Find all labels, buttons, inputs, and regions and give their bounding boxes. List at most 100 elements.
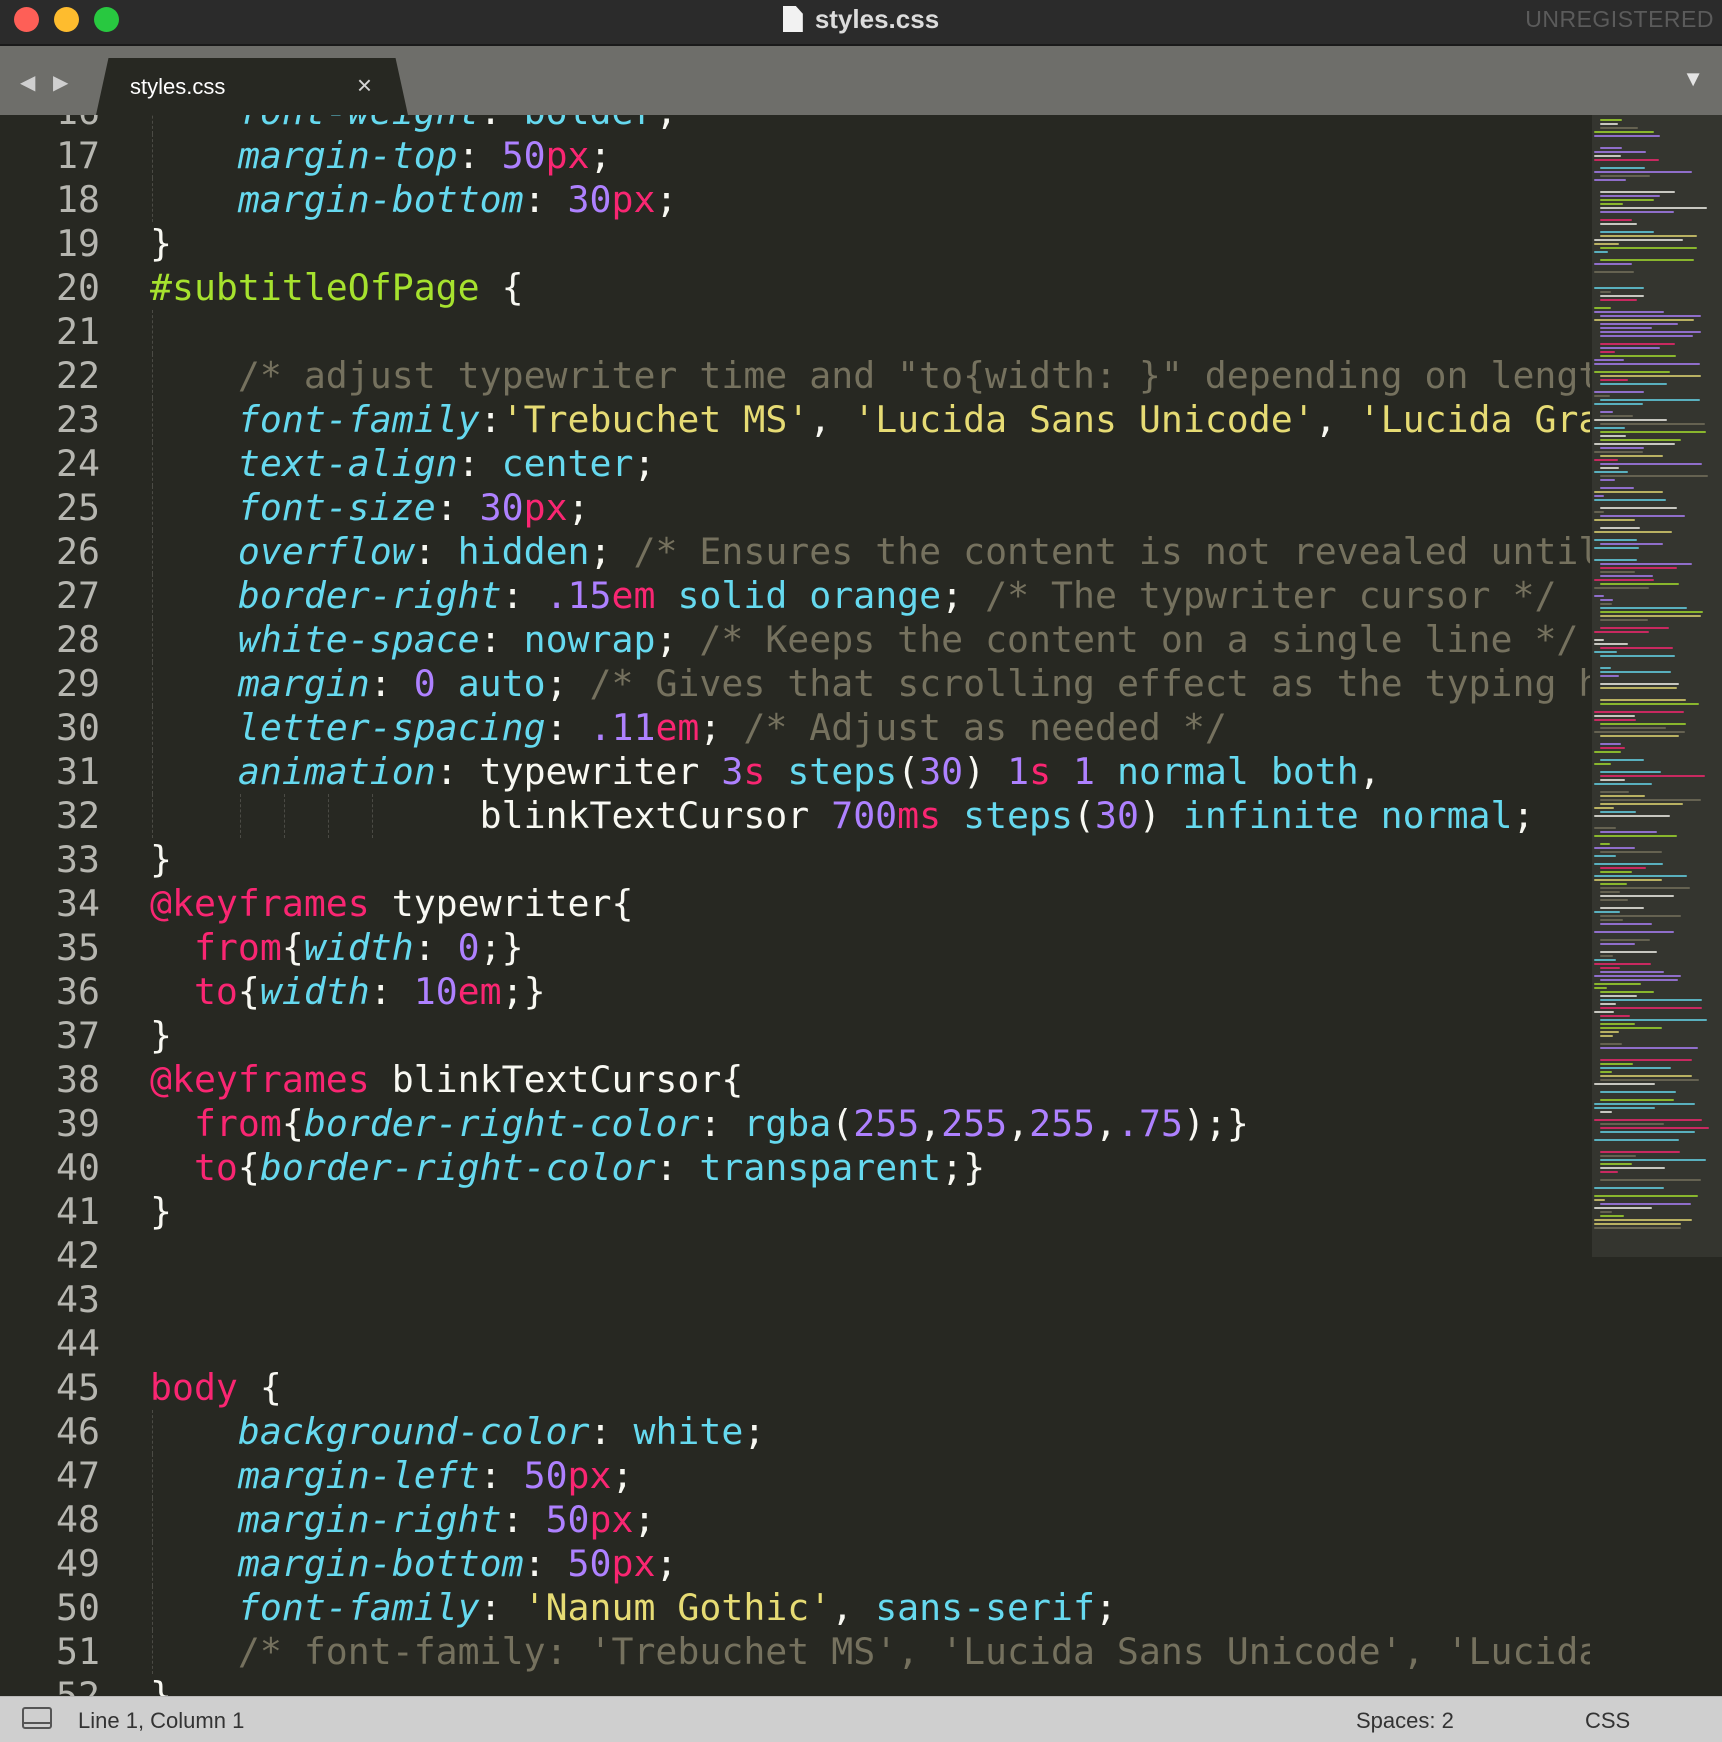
minimap-line xyxy=(1600,347,1660,349)
code-line[interactable]: 23 font-family:'Trebuchet MS', 'Lucida S… xyxy=(0,398,1590,442)
code-token: #subtitleOfPage xyxy=(150,266,480,309)
code-line[interactable]: 16 font-weight: bolder; xyxy=(0,115,1590,134)
code-line[interactable]: 42 xyxy=(0,1234,1590,1278)
syntax-selector[interactable]: CSS xyxy=(1585,1708,1630,1734)
code-token: margin-top xyxy=(237,134,458,177)
line-number: 23 xyxy=(56,398,100,441)
minimap-line xyxy=(1600,703,1699,705)
minimap-line xyxy=(1594,631,1649,633)
minimap-line xyxy=(1594,1139,1679,1141)
code-line[interactable]: 47 margin-left: 50px; xyxy=(0,1454,1590,1498)
minimap-line xyxy=(1600,899,1628,901)
code-token: 1 xyxy=(1073,750,1096,793)
code-token: rgba xyxy=(743,1102,832,1145)
code-line[interactable]: 35 from{width: 0;} xyxy=(0,926,1590,970)
code-token: 30 xyxy=(919,750,964,793)
minimap-line xyxy=(1594,983,1641,985)
code-token: , xyxy=(1095,1102,1118,1145)
code-token: } xyxy=(150,222,172,265)
cursor-position[interactable]: Line 1, Column 1 xyxy=(78,1708,244,1734)
code-token: ) xyxy=(1138,794,1183,837)
tab-navigation-arrows[interactable]: ◀ ▶ xyxy=(20,70,74,95)
minimap-line xyxy=(1600,1151,1680,1153)
minimap-line xyxy=(1600,467,1619,469)
code-line[interactable]: 27 border-right: .15em solid orange; /* … xyxy=(0,574,1590,618)
code-line[interactable]: 30 letter-spacing: .11em; /* Adjust as n… xyxy=(0,706,1590,750)
minimap-line xyxy=(1600,355,1676,357)
code-line[interactable]: 51 /* font-family: 'Trebuchet MS', 'Luci… xyxy=(0,1630,1590,1674)
minimap-line xyxy=(1594,363,1700,365)
code-token: ; xyxy=(567,486,590,529)
minimap-line xyxy=(1600,791,1629,793)
minimap-line xyxy=(1600,435,1626,437)
minimap-line xyxy=(1594,395,1610,397)
code-line[interactable]: 32 blinkTextCursor 700ms steps(30) infin… xyxy=(0,794,1590,838)
minimap-line xyxy=(1594,371,1670,373)
code-line[interactable]: 18 margin-bottom: 30px; xyxy=(0,178,1590,222)
minimap-line xyxy=(1594,471,1628,473)
minimap-line xyxy=(1600,655,1675,657)
code-line[interactable]: 39 from{border-right-color: rgba(255,255… xyxy=(0,1102,1590,1146)
code-line[interactable]: 17 margin-top: 50px; xyxy=(0,134,1590,178)
code-token: s xyxy=(743,750,766,793)
code-line[interactable]: 44 xyxy=(0,1322,1590,1366)
tab-menu-chevron-icon[interactable]: ▼ xyxy=(1682,66,1704,92)
code-token: overflow xyxy=(237,530,414,573)
code-token: : xyxy=(699,1102,744,1145)
code-line[interactable]: 38 @keyframes blinkTextCursor{ xyxy=(0,1058,1590,1102)
code-line[interactable]: 29 margin: 0 auto; /* Gives that scrolli… xyxy=(0,662,1590,706)
line-number: 48 xyxy=(56,1498,100,1541)
code-line[interactable]: 24 text-align: center; xyxy=(0,442,1590,486)
minimap-line xyxy=(1600,1179,1701,1181)
tab-styles-css[interactable]: styles.css × xyxy=(96,58,408,115)
code-token: } xyxy=(150,1014,172,1057)
minimap-line xyxy=(1600,195,1660,197)
code-line[interactable]: 31 animation: typewriter 3s steps(30) 1s… xyxy=(0,750,1590,794)
line-number: 21 xyxy=(56,310,100,353)
minimap-line xyxy=(1594,491,1663,493)
code-line[interactable]: 40 to{border-right-color: transparent;} xyxy=(0,1146,1590,1190)
code-line[interactable]: 43 xyxy=(0,1278,1590,1322)
tab-close-icon[interactable]: × xyxy=(357,70,372,101)
code-line[interactable]: 36 to{width: 10em;} xyxy=(0,970,1590,1014)
code-line[interactable]: 28 white-space: nowrap; /* Keeps the con… xyxy=(0,618,1590,662)
minimap-line xyxy=(1600,955,1613,957)
code-line[interactable]: 26 overflow: hidden; /* Ensures the cont… xyxy=(0,530,1590,574)
code-line[interactable]: 46 background-color: white; xyxy=(0,1410,1590,1454)
code-editor[interactable]: 16 font-weight: bolder;17 margin-top: 50… xyxy=(0,115,1590,1696)
line-number: 20 xyxy=(56,266,100,309)
code-line[interactable]: 20 #subtitleOfPage { xyxy=(0,266,1590,310)
minimap-line xyxy=(1594,539,1637,541)
minimap-line xyxy=(1600,315,1701,317)
minimap-line xyxy=(1600,779,1625,781)
code-line[interactable]: 49 margin-bottom: 50px; xyxy=(0,1542,1590,1586)
code-token: px xyxy=(611,178,656,221)
minimap[interactable] xyxy=(1590,115,1722,1696)
code-line[interactable]: 50 font-family: 'Nanum Gothic', sans-ser… xyxy=(0,1586,1590,1630)
code-line[interactable]: 48 margin-right: 50px; xyxy=(0,1498,1590,1542)
code-token: px xyxy=(523,486,568,529)
code-line[interactable]: 19} xyxy=(0,222,1590,266)
code-token: , xyxy=(809,398,854,441)
code-line[interactable]: 25 font-size: 30px; xyxy=(0,486,1590,530)
code-token: 30 xyxy=(479,486,524,529)
indentation-setting[interactable]: Spaces: 2 xyxy=(1356,1708,1454,1734)
minimap-line xyxy=(1594,587,1649,589)
code-token: );} xyxy=(1182,1102,1249,1145)
indent-guide xyxy=(152,310,153,354)
code-token: px xyxy=(611,1542,656,1585)
minimap-line xyxy=(1600,999,1702,1001)
code-line[interactable]: 34 @keyframes typewriter{ xyxy=(0,882,1590,926)
code-line[interactable]: 52} xyxy=(0,1674,1590,1696)
code-line[interactable]: 41} xyxy=(0,1190,1590,1234)
document-icon xyxy=(782,6,803,32)
code-line[interactable]: 21 xyxy=(0,310,1590,354)
panel-toggle-icon[interactable] xyxy=(22,1707,52,1729)
code-line[interactable]: 33} xyxy=(0,838,1590,882)
minimap-line xyxy=(1594,311,1664,313)
code-token: 700 xyxy=(831,794,898,837)
code-token: ;} xyxy=(941,1146,986,1189)
code-line[interactable]: 45 body { xyxy=(0,1366,1590,1410)
code-line[interactable]: 22 /* adjust typewriter time and "to{wid… xyxy=(0,354,1590,398)
code-line[interactable]: 37} xyxy=(0,1014,1590,1058)
